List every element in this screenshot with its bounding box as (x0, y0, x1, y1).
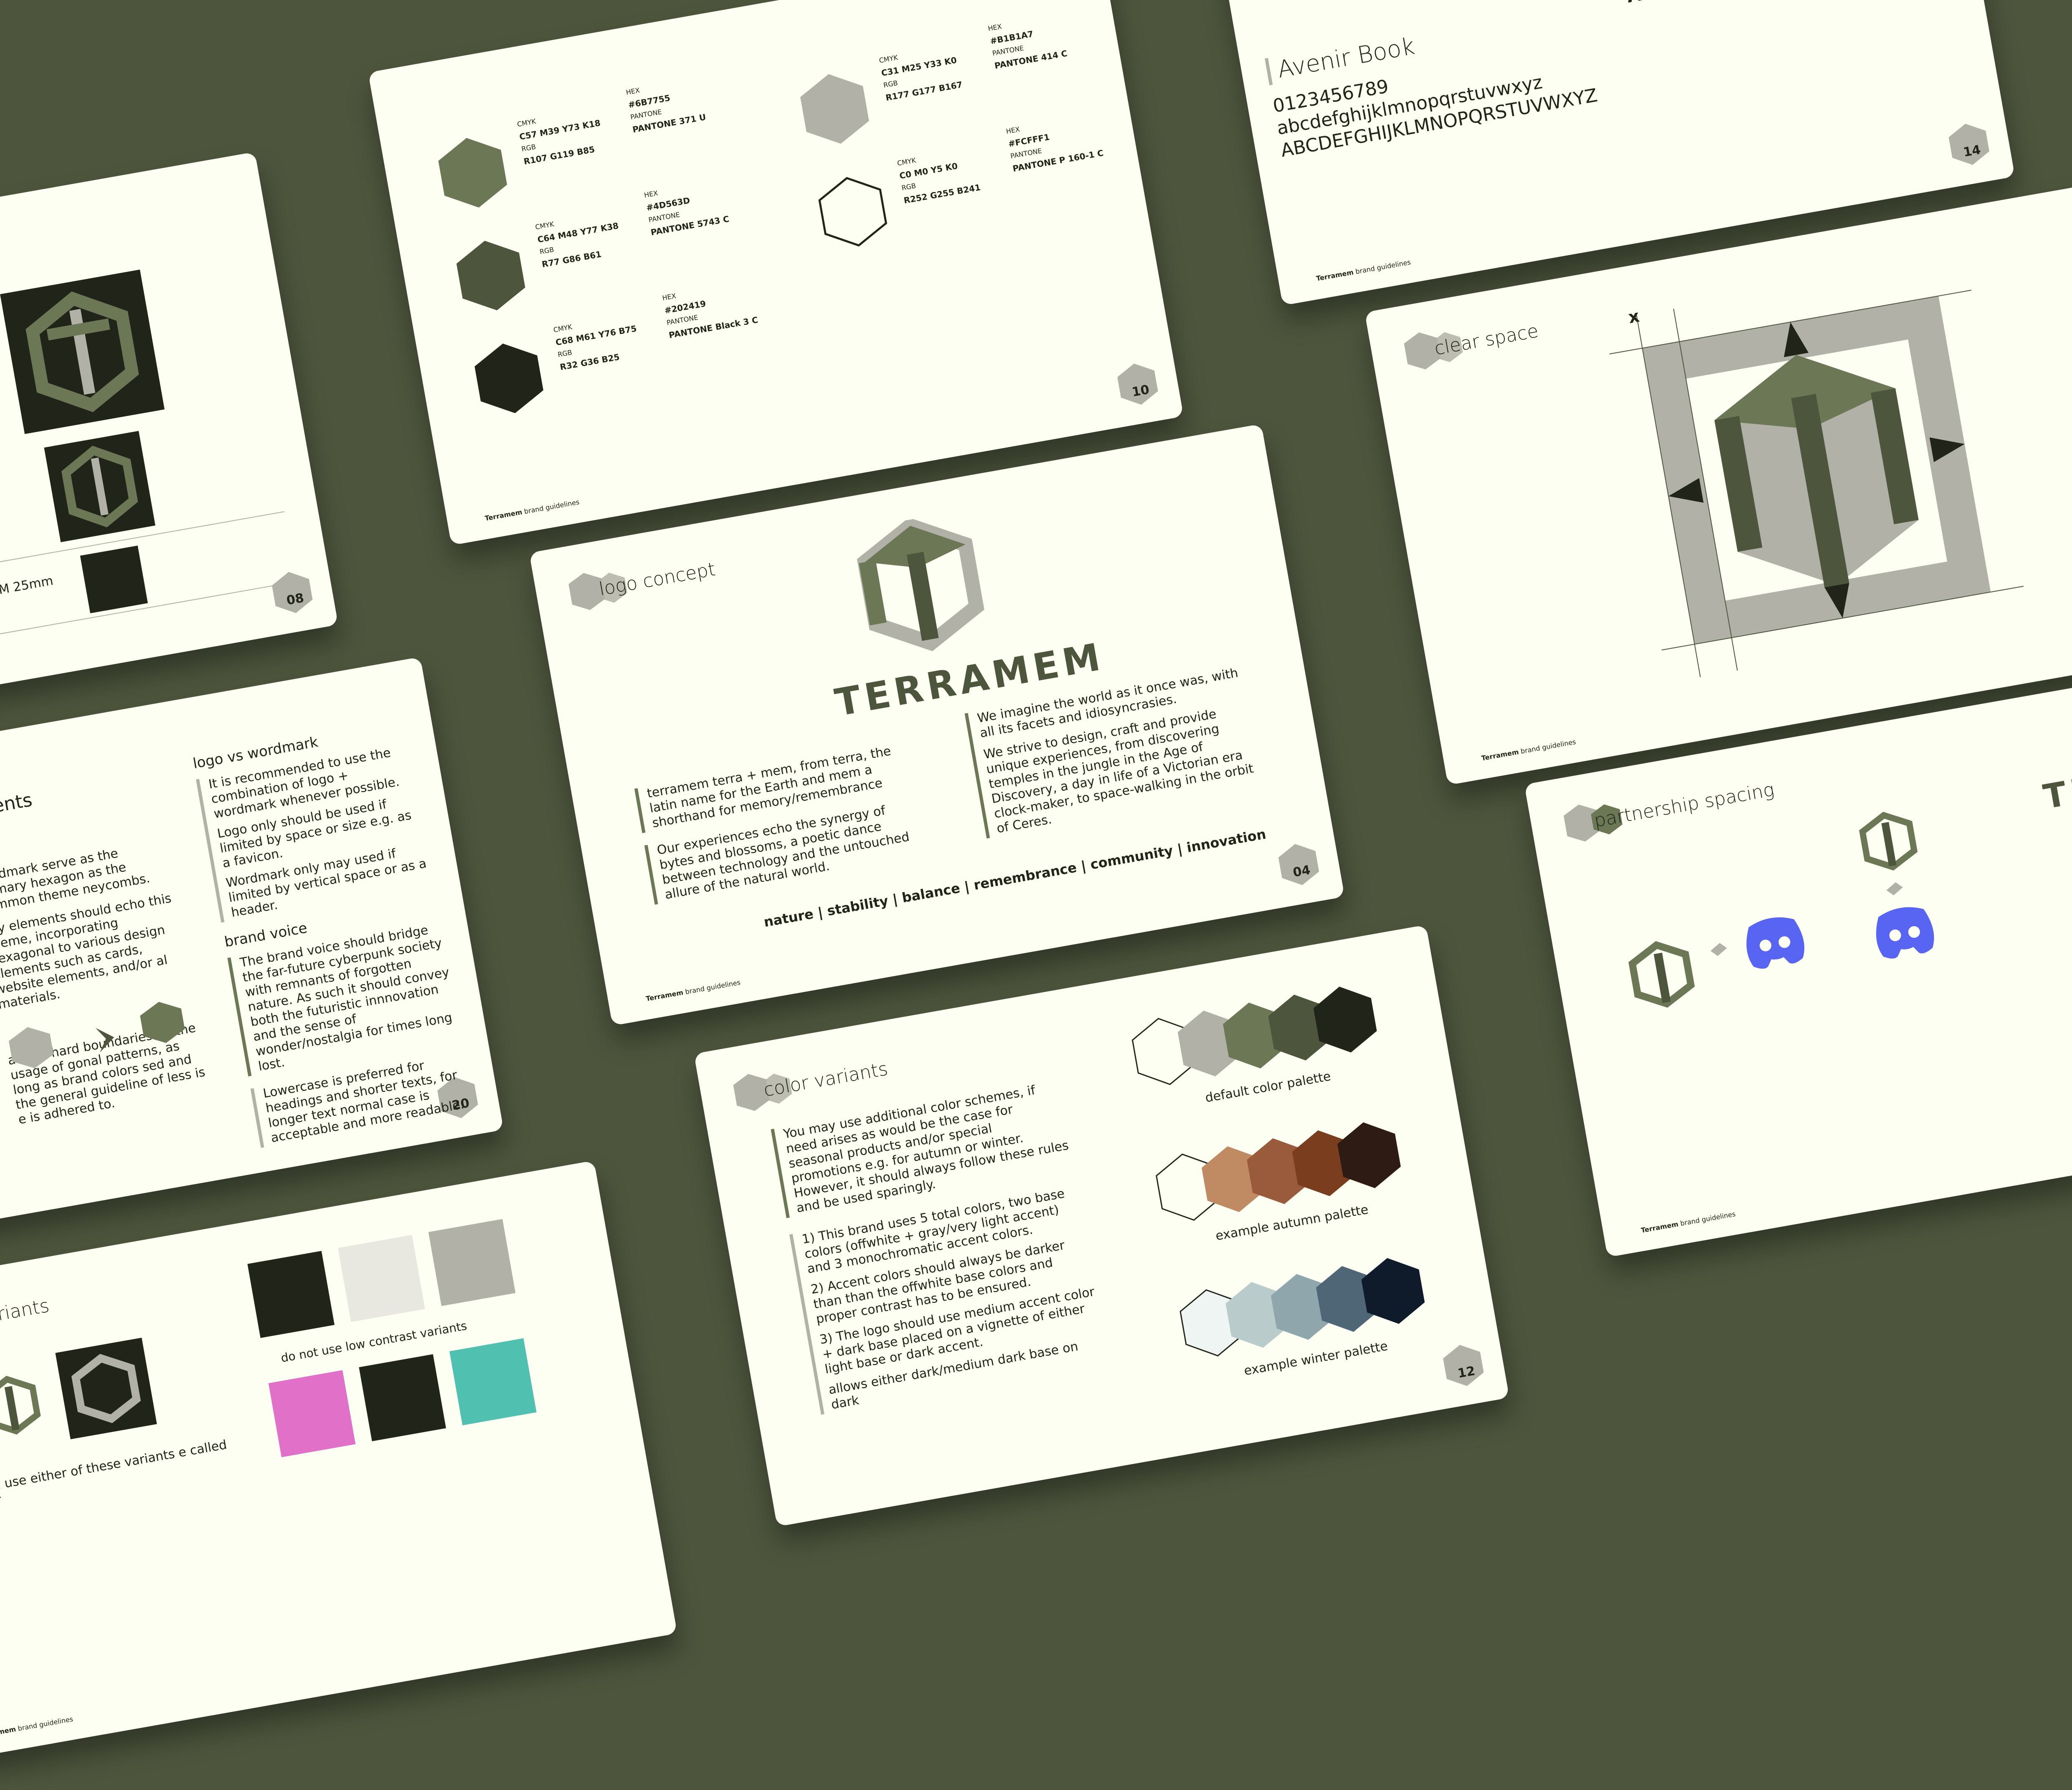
slide-clear-space: clear space x Terramem brand guidelines (1364, 183, 2072, 785)
bad-variant-3 (428, 1219, 516, 1306)
footer: Terramem brand guidelines (1315, 258, 1412, 283)
discord-icon (1746, 917, 1805, 969)
swatch-hex-icon (474, 343, 543, 413)
logo-small-dark (80, 545, 148, 613)
slide-brand-elements: 20 ements nts wordmark serve as the prim… (0, 657, 504, 1259)
slide-logo-concept: logo concept TERRAMEM terramem terra + m… (529, 424, 1345, 1026)
bv-para-1: The brand voice should bridge the far-fu… (238, 923, 454, 1074)
bad-variant-2 (338, 1235, 425, 1322)
bad-variant-5 (359, 1354, 446, 1441)
slide-color-variants: color variants You may use additional co… (694, 924, 1509, 1527)
page-number: 14 (1962, 142, 1982, 160)
logo-mark-icon (1628, 941, 1695, 1008)
footer: Terramem brand guidelines (1640, 1210, 1736, 1235)
footer: Terramem brand guidelines (1481, 737, 1577, 762)
logo-mark-icon (1859, 812, 1918, 871)
logo-light-icon (0, 1375, 41, 1435)
clear-space-diagram (1609, 289, 2024, 677)
slide-title: logo variants (0, 1295, 51, 1337)
bad-variant-4 (268, 1370, 356, 1457)
logo-medium-dark (44, 431, 155, 542)
spacing-hex-icon (1710, 943, 1727, 956)
page-number: 10 (1131, 382, 1151, 400)
minimum-size-label: MINIMUM 25mm (0, 573, 55, 606)
bold-specimen: 0123456789 abcdefghijklmnopqrstuvwxyz AB… (1617, 0, 1984, 8)
spacing-hex-icon (1886, 882, 1903, 896)
swatch-hex-icon (800, 74, 869, 144)
swatch-hex-icon (438, 138, 507, 208)
divider (0, 581, 297, 648)
wordmark: TERR (2040, 758, 2072, 817)
footer: Terramem brand guidelines (0, 1715, 74, 1739)
elements-paragraph-2: ary elements should echo this theme, inc… (0, 891, 172, 1013)
swatch-hex-icon (456, 241, 525, 311)
variants-text: uld use either of these variants e calle… (0, 1437, 228, 1510)
swatch-hex-icon (818, 177, 888, 247)
logo-large-dark (0, 269, 165, 434)
logo-dark-tile (55, 1337, 157, 1440)
page-number: 12 (1456, 1363, 1476, 1381)
page-number: 04 (1292, 863, 1312, 880)
slide-logo-sizes: 08 MINIMUM 25mm Terramem brand guideline… (0, 152, 338, 754)
bad-variant-6 (449, 1338, 537, 1425)
slide-logo-variants: logo variants uld use either of these va… (0, 1160, 677, 1762)
section-title: ements (0, 789, 34, 823)
bad-variant-1 (247, 1251, 335, 1338)
footer: Terramem brand guidelines (484, 498, 580, 523)
discord-icon (1876, 907, 1934, 959)
page-number: 08 (285, 590, 305, 608)
logo-mark-icon (857, 517, 984, 651)
footer: Terramem brand guidelines (645, 978, 741, 1003)
